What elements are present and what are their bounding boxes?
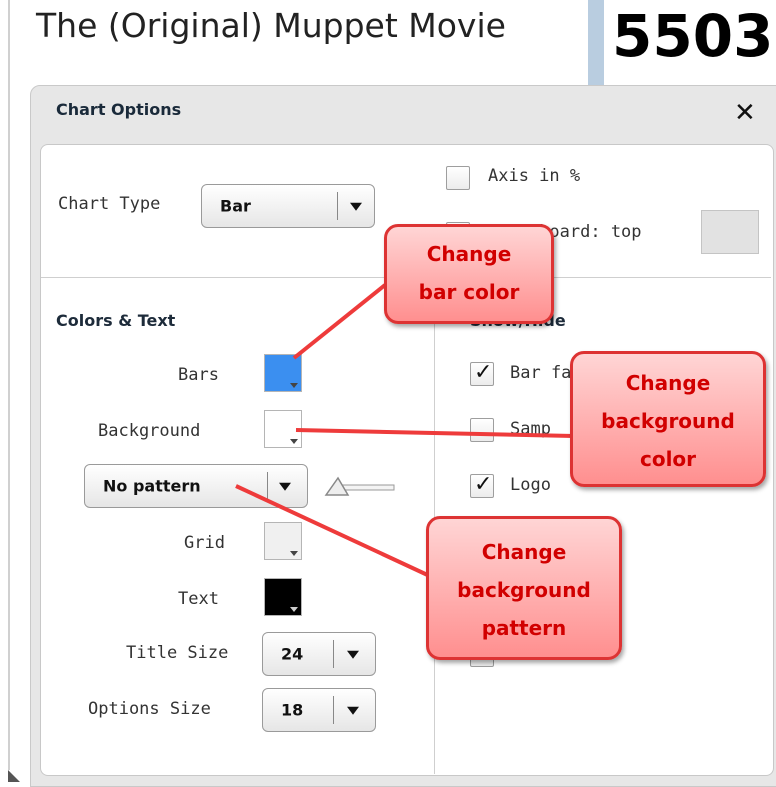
- background-color-label: Background: [98, 421, 201, 441]
- bar-labels-label: Bar fa: [510, 363, 572, 383]
- title-size-value: 24: [281, 644, 304, 664]
- sample-checkbox[interactable]: [470, 418, 494, 442]
- options-size-label: Options Size: [88, 699, 211, 719]
- text-color-swatch[interactable]: [264, 578, 302, 616]
- title-size-dropdown[interactable]: 24: [262, 632, 376, 676]
- pattern-opacity-slider[interactable]: [322, 474, 398, 500]
- axis-percent-label: Axis in %: [488, 166, 581, 186]
- pattern-dropdown[interactable]: No pattern: [84, 464, 308, 508]
- logo-checkbox[interactable]: ✓: [470, 472, 494, 498]
- check-icon: ✓: [474, 360, 493, 385]
- chevron-down-icon: [290, 607, 298, 612]
- chevron-down-icon: [347, 650, 359, 659]
- chevron-down-icon: [279, 482, 291, 491]
- title-size-label: Title Size: [126, 643, 229, 663]
- chevron-down-icon: [290, 551, 298, 556]
- callout-line: pattern: [481, 616, 567, 640]
- background-color-swatch[interactable]: [264, 410, 302, 448]
- axis-percent-checkbox[interactable]: [446, 166, 470, 190]
- chevron-down-icon: [290, 439, 298, 444]
- callout-line: color: [639, 447, 697, 471]
- text-color-label: Text: [178, 589, 219, 609]
- resize-corner-icon: [8, 770, 20, 782]
- grid-color-swatch[interactable]: [264, 522, 302, 560]
- callout-bar-color: Change bar color: [384, 224, 554, 324]
- callout-line: background: [457, 578, 591, 602]
- dropdown-separator: [267, 472, 268, 500]
- sample-label: Samp: [510, 419, 551, 439]
- callout-line: Change: [426, 242, 512, 266]
- scoreboard-position-box[interactable]: [701, 210, 759, 254]
- options-size-value: 18: [281, 700, 304, 720]
- chevron-down-icon: [350, 202, 362, 211]
- dropdown-separator: [333, 696, 334, 724]
- chart-type-value: Bar: [220, 196, 251, 216]
- count-display: 5503: [612, 2, 774, 70]
- bars-color-swatch[interactable]: [264, 354, 302, 392]
- window-border: [8, 0, 10, 770]
- bar-labels-checkbox[interactable]: ✓: [470, 360, 494, 386]
- grid-color-label: Grid: [184, 533, 225, 553]
- dropdown-separator: [337, 192, 338, 220]
- callout-line: background: [601, 409, 735, 433]
- callout-line: bar color: [418, 280, 520, 304]
- callout-line: Change: [625, 371, 711, 395]
- bars-color-label: Bars: [178, 365, 219, 385]
- options-size-dropdown[interactable]: 18: [262, 688, 376, 732]
- logo-label: Logo: [510, 475, 551, 495]
- colors-text-heading: Colors & Text: [56, 311, 176, 330]
- check-icon: ✓: [474, 472, 493, 497]
- callout-background-pattern: Change background pattern: [426, 516, 622, 660]
- pattern-value: No pattern: [103, 476, 201, 496]
- callout-line: Change: [481, 540, 567, 564]
- dialog-title: Chart Options: [56, 100, 182, 119]
- page-title: The (Original) Muppet Movie: [36, 6, 506, 45]
- dropdown-separator: [333, 640, 334, 668]
- chevron-down-icon: [347, 706, 359, 715]
- chart-type-dropdown[interactable]: Bar: [201, 184, 375, 228]
- chevron-down-icon: [290, 383, 298, 388]
- close-icon[interactable]: ✕: [734, 98, 756, 128]
- chart-type-label: Chart Type: [58, 194, 161, 214]
- callout-background-color: Change background color: [570, 351, 766, 487]
